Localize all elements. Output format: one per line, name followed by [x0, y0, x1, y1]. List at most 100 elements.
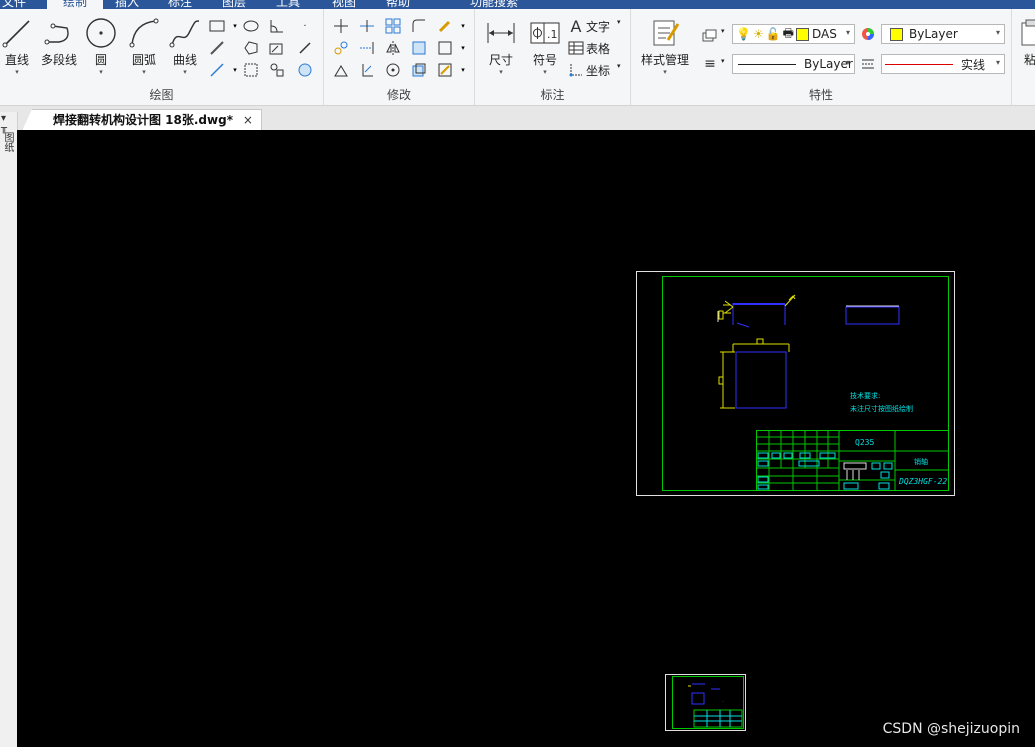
document-tab-bar: 焊接翻转机构设计图 18张.dwg* × — [0, 106, 1035, 131]
hatch-icon[interactable] — [268, 39, 286, 57]
extend-icon[interactable] — [358, 39, 376, 57]
line-style-icon[interactable] — [859, 55, 877, 73]
point-icon[interactable]: · — [296, 17, 314, 35]
drawing-number-text: DQZ3HGF-22 — [898, 477, 947, 486]
watermark-text: CSDN @shejizuopin — [882, 721, 1020, 737]
construction-line-icon[interactable] — [208, 61, 226, 79]
left-strip-label[interactable]: 图纸 — [2, 132, 13, 152]
curve-label: 曲线 — [172, 53, 197, 67]
stretch-icon[interactable] — [332, 61, 350, 79]
linetype-dropdown[interactable]: ByLayer ▾ — [732, 54, 855, 74]
drawing-canvas[interactable]: 技术要求: 未注尺寸按图纸绘制 Q235 销轴 DQZ3HGF-22 .. CS… — [17, 130, 1035, 747]
tech-note-body: 未注尺寸按图纸绘制 — [850, 404, 913, 413]
copy-icon[interactable] — [332, 39, 350, 57]
sheet-border — [636, 271, 955, 496]
fillet-icon[interactable] — [410, 17, 428, 35]
thumbnail-sheet: .. — [665, 674, 746, 731]
table-button[interactable]: 表格 — [586, 40, 610, 57]
lineweight-dropdown[interactable]: 实线 ▾ — [881, 54, 1005, 74]
tab-view[interactable]: 视图 — [332, 0, 356, 9]
part-view-front — [718, 338, 790, 409]
part-view-side — [845, 305, 900, 325]
coordinate-icon[interactable] — [567, 61, 585, 79]
arrow-icon[interactable] — [296, 39, 314, 57]
offset-icon[interactable] — [436, 39, 454, 57]
polyline-button[interactable]: 多段线 — [37, 17, 81, 68]
layer-state-icon[interactable] — [701, 26, 719, 44]
circle-label: 圆 — [94, 53, 107, 67]
region-icon[interactable] — [242, 39, 260, 57]
tab-file[interactable]: 文件 — [2, 0, 26, 9]
array-icon[interactable] — [384, 17, 402, 35]
ellipse-icon[interactable] — [242, 17, 260, 35]
table-icon[interactable] — [567, 39, 585, 57]
chevron-down-icon[interactable]: ▾ — [617, 18, 621, 26]
left-palette-strip: ▾ ╥ 图纸 — [0, 112, 18, 747]
tab-layer[interactable]: 图层 — [222, 0, 246, 9]
text-button[interactable]: 文字 — [586, 18, 610, 35]
line-button[interactable]: 直线 ▾ — [0, 17, 34, 76]
rotate-icon[interactable] — [384, 61, 402, 79]
chevron-down-icon[interactable]: ▾ — [454, 61, 472, 79]
svg-text:..: .. — [722, 699, 724, 703]
tab-draw[interactable]: 绘制 — [47, 0, 104, 9]
arc-button[interactable]: 圆弧 ▾ — [126, 17, 162, 76]
wipeout-icon[interactable] — [296, 61, 314, 79]
tab-tools[interactable]: 工具 — [276, 0, 300, 9]
boundary-icon[interactable] — [242, 61, 260, 79]
lineweight-icon[interactable]: ≡ — [701, 55, 719, 73]
rectangle-icon[interactable] — [208, 17, 226, 35]
color-value: ByLayer — [909, 27, 958, 41]
chevron-down-icon: ▾ — [15, 68, 19, 76]
chevron-down-icon[interactable]: ▾ — [617, 62, 621, 70]
pencil-line-icon[interactable] — [208, 39, 226, 57]
layer-dropdown[interactable]: 💡 ☀ 🔓 🖶 DAS ▾ — [732, 24, 855, 44]
close-icon[interactable]: × — [243, 110, 253, 131]
tech-note-title: 技术要求: — [850, 391, 880, 400]
scale-icon[interactable] — [410, 39, 428, 57]
symbol-label: 符号 — [532, 53, 557, 67]
tab-annotate[interactable]: 标注 — [168, 0, 192, 9]
sun-icon: ☀ — [752, 27, 764, 41]
curve-button[interactable]: 曲线 ▾ — [167, 17, 203, 76]
style-manager-button[interactable]: 样式管理 ▾ — [635, 17, 695, 76]
chevron-down-icon[interactable]: ▾ — [454, 39, 472, 57]
match-properties-icon[interactable] — [436, 17, 454, 35]
polyline-icon — [42, 17, 76, 49]
paste-button[interactable]: 粘 — [1020, 17, 1035, 68]
dimension-button[interactable]: 尺寸 ▾ — [481, 17, 521, 76]
chevron-down-icon: ▾ — [183, 68, 187, 76]
layer-color-swatch — [796, 27, 809, 41]
explode-icon[interactable] — [410, 61, 428, 79]
document-tab[interactable]: 焊接翻转机构设计图 18张.dwg* × — [22, 109, 262, 131]
circle-icon — [84, 17, 118, 49]
lineweight-preview — [885, 63, 953, 65]
lengthen-icon[interactable] — [358, 61, 376, 79]
properties-group-title: 特性 — [808, 88, 833, 102]
block-icon[interactable] — [268, 61, 286, 79]
erase-icon[interactable] — [436, 61, 454, 79]
move-icon[interactable] — [332, 17, 350, 35]
chevron-down-icon[interactable]: ▾ — [454, 17, 472, 35]
mirror-icon[interactable] — [384, 39, 402, 57]
polyline-label: 多段线 — [40, 53, 77, 67]
tab-insert[interactable]: 插入 — [115, 0, 139, 9]
layer-value: DAS — [812, 27, 837, 41]
color-swatch — [890, 27, 903, 41]
circle-button[interactable]: 圆 ▾ — [84, 17, 118, 76]
trim-icon[interactable] — [358, 17, 376, 35]
color-wheel-icon[interactable] — [859, 25, 877, 43]
tab-help[interactable]: 帮助 — [386, 0, 410, 9]
coordinate-button[interactable]: 坐标 — [586, 62, 610, 79]
color-dropdown[interactable]: ByLayer ▾ — [881, 24, 1005, 44]
annotation-group: 尺寸 ▾ .1 符号 ▾ A 文字 ▾ 表格 坐标 ▾ 标注 — [475, 9, 631, 105]
angle-icon[interactable] — [268, 17, 286, 35]
chevron-down-icon[interactable]: ▾ — [721, 57, 725, 65]
tab-search[interactable]: 功能搜索 — [470, 0, 518, 9]
text-icon[interactable]: A — [567, 17, 585, 36]
symbol-button[interactable]: .1 符号 ▾ — [525, 17, 565, 76]
paste-label: 粘 — [1023, 53, 1035, 67]
chevron-down-icon[interactable]: ▾ — [721, 27, 725, 35]
chevron-down-icon: ▾ — [845, 58, 850, 67]
pin-icon[interactable]: ▾ ╥ — [1, 114, 7, 134]
